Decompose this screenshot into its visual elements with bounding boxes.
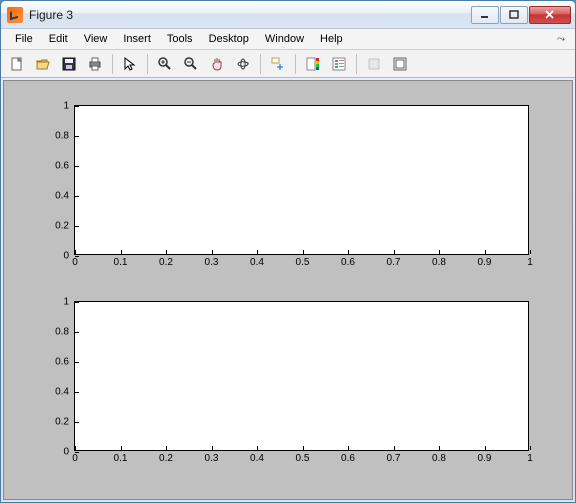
x-tick-label: 0.6 (341, 450, 355, 464)
menubar-chevron-icon[interactable]: ⤳ (553, 34, 569, 45)
menu-help[interactable]: Help (312, 31, 351, 47)
x-tick-label: 0 (72, 254, 78, 268)
x-tick-label: 0.2 (159, 450, 173, 464)
y-tick-label: 0.8 (55, 131, 75, 142)
axes-2[interactable]: 00.20.40.60.8100.10.20.30.40.50.60.70.80… (74, 301, 529, 451)
pointer-icon[interactable] (118, 53, 142, 75)
save-icon[interactable] (57, 53, 81, 75)
pan-icon[interactable] (205, 53, 229, 75)
menu-desktop[interactable]: Desktop (201, 31, 257, 47)
new-figure-icon[interactable] (5, 53, 29, 75)
open-icon[interactable] (31, 53, 55, 75)
x-tick-label: 0.3 (205, 450, 219, 464)
data-cursor-icon[interactable] (266, 53, 290, 75)
x-tick-label: 0.4 (250, 450, 264, 464)
x-tick-label: 0.9 (478, 254, 492, 268)
menu-edit[interactable]: Edit (41, 31, 76, 47)
x-tick-label: 0.1 (114, 254, 128, 268)
x-tick-label: 0.2 (159, 254, 173, 268)
axes-1[interactable]: 00.20.40.60.8100.10.20.30.40.50.60.70.80… (74, 105, 529, 255)
menu-tools[interactable]: Tools (159, 31, 201, 47)
y-tick-label: 0.4 (55, 387, 75, 398)
menu-file[interactable]: File (7, 31, 41, 47)
x-tick-label: 0.6 (341, 254, 355, 268)
x-tick-label: 0.4 (250, 254, 264, 268)
figure-window: Figure 3 FileEditViewInsertToolsDesktopW… (0, 0, 576, 503)
maximize-button[interactable] (500, 6, 528, 24)
x-tick-label: 0.3 (205, 254, 219, 268)
rotate3d-icon[interactable] (231, 53, 255, 75)
x-tick-label: 0.8 (432, 254, 446, 268)
x-tick-label: 1 (527, 450, 533, 464)
toolbar (1, 50, 575, 78)
minimize-button[interactable] (471, 6, 499, 24)
figure-canvas: 0 0.2 0.4 0.6 0.8 1 0 0.1 0.2 0.3 0.4 0.5 0.6 0.7 0.8 0… (3, 80, 573, 500)
y-tick-label: 1 (63, 297, 75, 308)
toolbar-separator (147, 54, 148, 74)
zoom-in-icon[interactable] (153, 53, 177, 75)
toolbar-separator (260, 54, 261, 74)
x-tick-label: 1 (527, 254, 533, 268)
toolbar-separator (295, 54, 296, 74)
y-tick-label: 0.4 (55, 191, 75, 202)
menubar: FileEditViewInsertToolsDesktopWindowHelp… (1, 29, 575, 50)
x-tick-label: 0 (72, 450, 78, 464)
y-tick-label: 0.8 (55, 327, 75, 338)
x-tick-label: 0.1 (114, 450, 128, 464)
titlebar[interactable]: Figure 3 (1, 1, 575, 29)
x-tick-label: 0.7 (387, 254, 401, 268)
legend-icon[interactable] (327, 53, 351, 75)
menu-window[interactable]: Window (257, 31, 312, 47)
show-tools-icon[interactable] (388, 53, 412, 75)
y-tick-label: 0.2 (55, 221, 75, 232)
y-tick-label: 0.2 (55, 417, 75, 428)
x-tick-label: 0.5 (296, 254, 310, 268)
x-tick-label: 0.5 (296, 450, 310, 464)
menu-view[interactable]: View (76, 31, 116, 47)
matlab-figure-icon (7, 7, 23, 23)
menu-insert[interactable]: Insert (115, 31, 159, 47)
toolbar-separator (112, 54, 113, 74)
print-icon[interactable] (83, 53, 107, 75)
y-tick-label: 0.6 (55, 357, 75, 368)
hide-tools-icon (362, 53, 386, 75)
colorbar-icon[interactable] (301, 53, 325, 75)
zoom-out-icon[interactable] (179, 53, 203, 75)
x-tick-label: 0.8 (432, 450, 446, 464)
x-tick-label: 0.7 (387, 450, 401, 464)
window-controls (471, 6, 571, 24)
window-title: Figure 3 (29, 8, 471, 22)
y-tick-label: 1 (63, 101, 75, 112)
x-tick-label: 0.9 (478, 450, 492, 464)
toolbar-separator (356, 54, 357, 74)
close-button[interactable] (529, 6, 571, 24)
y-tick-label: 0.6 (55, 161, 75, 172)
